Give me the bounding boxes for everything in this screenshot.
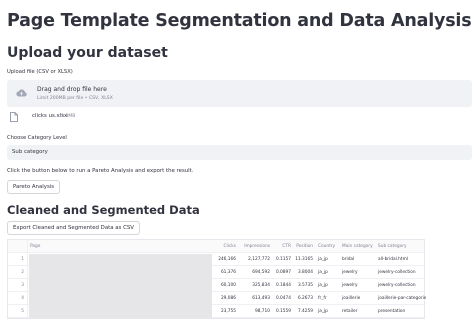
cell-ctr: 0.1844 bbox=[275, 283, 291, 288]
cell-clicks: 61,376 bbox=[220, 270, 236, 275]
cell-ctr: 0.1157 bbox=[275, 257, 291, 262]
category-select-value: Sub category bbox=[12, 149, 48, 155]
cell-ctr: 0.0474 bbox=[275, 296, 291, 301]
cell-ctr: 0.0897 bbox=[275, 270, 291, 275]
column-header-page[interactable]: Page bbox=[28, 240, 211, 253]
cell-position: 11.3165 bbox=[295, 257, 313, 262]
cell-main-category: bridal bbox=[342, 257, 355, 262]
dropzone-limit: Limit 200MB per file • CSV, XLSX bbox=[37, 96, 113, 101]
cell-country: ja_jp bbox=[318, 270, 328, 275]
row-index: 3 bbox=[8, 279, 28, 292]
column-header-country[interactable]: Country bbox=[315, 240, 339, 253]
cell-clicks: 23,755 bbox=[220, 309, 236, 314]
cell-sub-category: presentation bbox=[378, 309, 406, 314]
row-index: 1 bbox=[8, 253, 28, 266]
cloud-upload-icon bbox=[16, 89, 27, 97]
cell-ctr: 0.1559 bbox=[275, 309, 291, 314]
column-header-clicks[interactable]: Clicks bbox=[211, 240, 238, 253]
cell-main-category: joaillerie bbox=[342, 296, 361, 301]
file-dropzone[interactable]: Drag and drop file here Limit 200MB per … bbox=[7, 80, 472, 107]
row-index: 2 bbox=[8, 266, 28, 279]
cell-position: 3.5735 bbox=[297, 283, 313, 288]
cell-position: 7.4259 bbox=[297, 309, 313, 314]
file-icon bbox=[10, 112, 18, 122]
cell-clicks: 246,166 bbox=[218, 257, 236, 262]
row-index: 5 bbox=[8, 305, 28, 318]
column-header-sub-category[interactable]: Sub category bbox=[375, 240, 426, 253]
cell-sub-category: all-bridal.html bbox=[378, 257, 408, 262]
cell-country: ja_jp bbox=[318, 257, 328, 262]
cell-sub-category: jewelry-collection bbox=[378, 283, 416, 288]
redacted-page-urls bbox=[29, 254, 212, 318]
dropzone-title: Drag and drop file here bbox=[37, 86, 107, 93]
cell-sub-category: jewelry-collection bbox=[378, 270, 416, 275]
cell-country: ja_jp bbox=[318, 309, 328, 314]
cell-impressions: 613,493 bbox=[252, 296, 270, 301]
column-header-main-category[interactable]: Main category bbox=[339, 240, 375, 253]
pareto-instruction: Click the button below to run a Pareto A… bbox=[7, 168, 194, 174]
upload-heading: Upload your dataset bbox=[7, 45, 168, 61]
cell-impressions: 325,834 bbox=[252, 283, 270, 288]
index-header bbox=[8, 240, 28, 253]
data-table[interactable]: Page Clicks Impressions CTR Position Cou… bbox=[7, 239, 426, 319]
export-csv-button[interactable]: Export Cleaned and Segmented Data as CSV bbox=[7, 221, 140, 235]
cell-impressions: 98,710 bbox=[254, 309, 270, 314]
column-header-position[interactable]: Position bbox=[293, 240, 315, 253]
column-header-ctr[interactable]: CTR bbox=[272, 240, 293, 253]
cleaned-heading: Cleaned and Segmented Data bbox=[7, 203, 200, 217]
cell-position: 3.8004 bbox=[297, 270, 313, 275]
cell-main-category: jewelry bbox=[342, 283, 358, 288]
cell-position: 6.2673 bbox=[297, 296, 313, 301]
file-size: 1.8MB bbox=[61, 113, 76, 119]
app-title: Page Template Segmentation and Data Anal… bbox=[7, 11, 472, 31]
category-select[interactable]: Sub category bbox=[7, 145, 472, 160]
table-header: Page Clicks Impressions CTR Position Cou… bbox=[8, 240, 424, 253]
cell-country: ja_jp bbox=[318, 283, 328, 288]
cell-main-category: jewelry bbox=[342, 270, 358, 275]
cell-impressions: 694,592 bbox=[252, 270, 270, 275]
cell-sub-category: joaillerie-par-categorie bbox=[378, 296, 426, 301]
cell-main-category: retailer bbox=[342, 309, 358, 314]
pareto-analysis-button[interactable]: Pareto Analysis bbox=[7, 180, 61, 194]
upload-label: Upload file (CSV or XLSX) bbox=[7, 69, 73, 75]
cell-clicks: 29,086 bbox=[220, 296, 236, 301]
row-index: 4 bbox=[8, 292, 28, 305]
cell-clicks: 60,100 bbox=[220, 283, 236, 288]
cell-impressions: 2,127,772 bbox=[248, 257, 270, 262]
column-header-impressions[interactable]: Impressions bbox=[238, 240, 272, 253]
category-label: Choose Category Level bbox=[7, 135, 67, 141]
cell-country: fr_fr bbox=[318, 296, 327, 301]
